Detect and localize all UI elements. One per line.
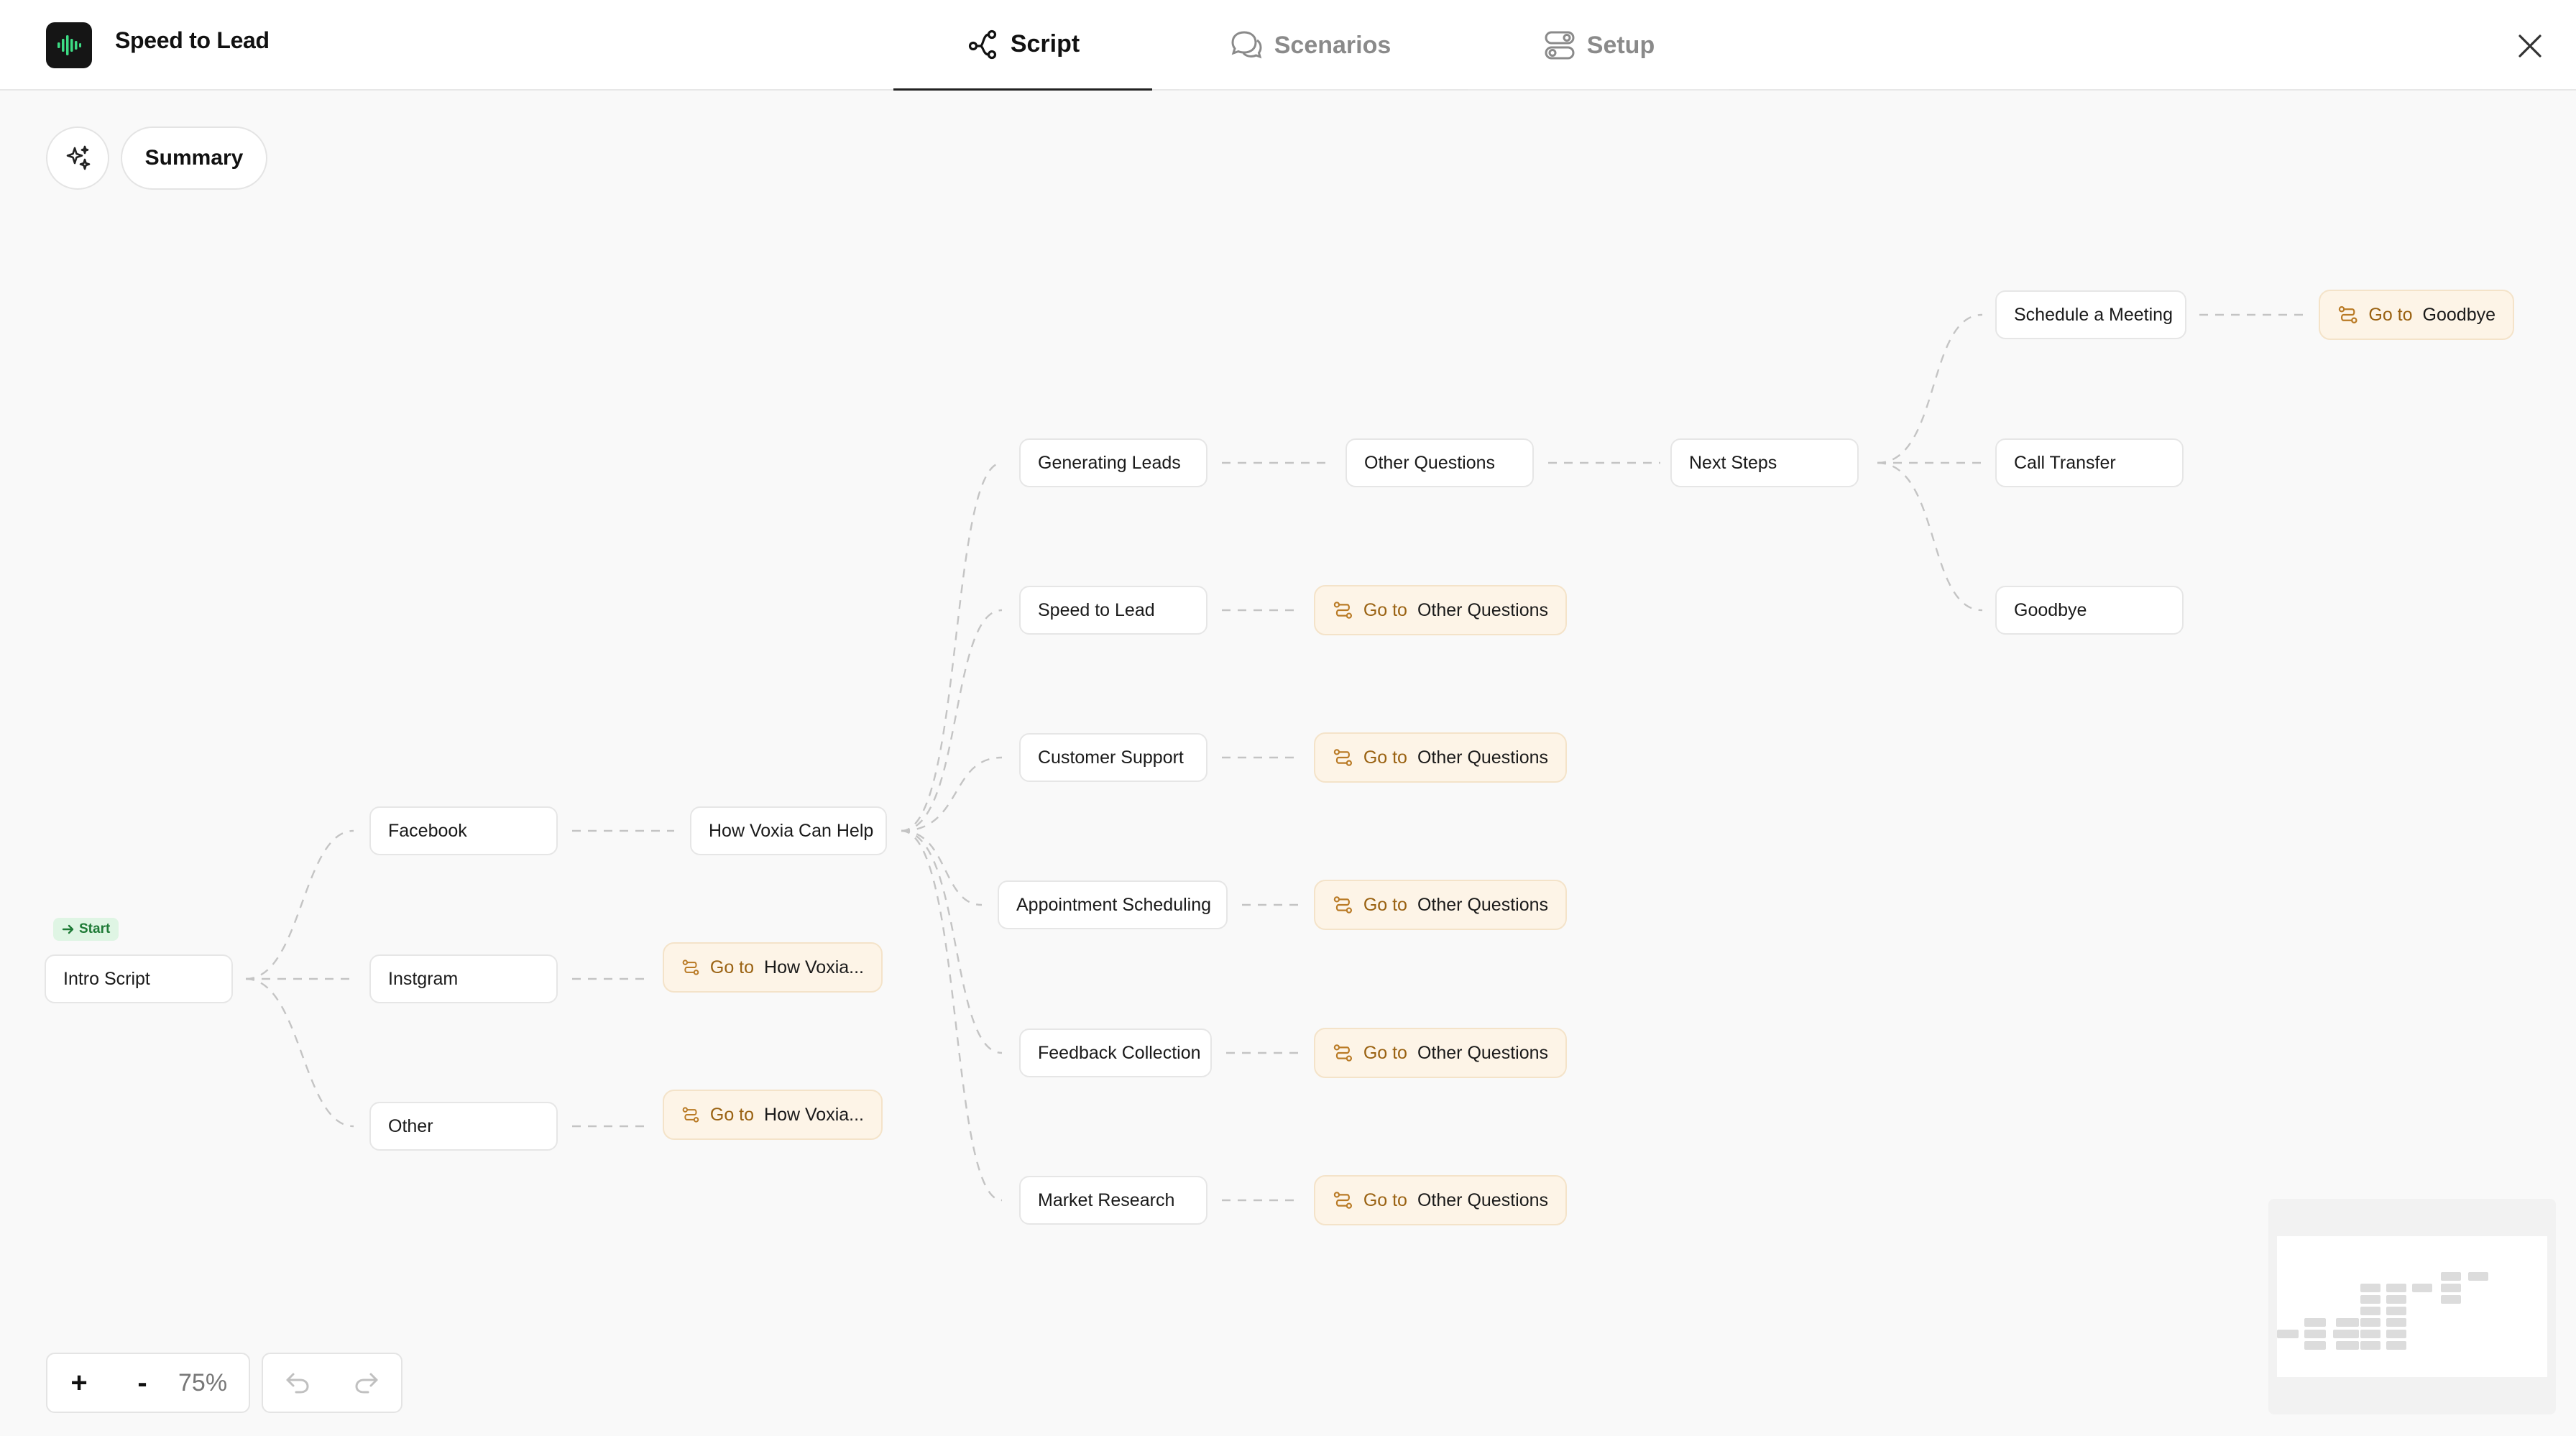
goto-target: Other Questions <box>1417 1042 1548 1063</box>
route-icon <box>1333 1192 1353 1209</box>
goto-target: Goodbye <box>2422 304 2496 325</box>
goto-prefix: Go to <box>1363 1042 1407 1063</box>
edge-voxia-generating <box>901 461 1003 832</box>
route-icon <box>1333 602 1353 619</box>
node-market-research[interactable]: Market Research <box>1019 1176 1208 1225</box>
goto-target: Other Questions <box>1417 747 1548 768</box>
node-appointment-scheduling[interactable]: Appointment Scheduling <box>998 880 1228 929</box>
goto-prefix: Go to <box>1363 599 1407 620</box>
node-customer-support[interactable]: Customer Support <box>1019 733 1208 782</box>
node-schedule-a-meeting[interactable]: Schedule a Meeting <box>1995 290 2186 339</box>
goto-feedback-collection[interactable]: Go to Other Questions <box>1314 1028 1567 1078</box>
goto-schedule-meeting[interactable]: Go to Goodbye <box>2319 290 2514 340</box>
edge-voxia-support <box>901 756 1003 832</box>
redo-icon <box>355 1373 378 1394</box>
zoom-level: 75% <box>178 1368 228 1396</box>
node-facebook[interactable]: Facebook <box>369 806 558 855</box>
edge-nextsteps-goodbye <box>1877 461 1983 612</box>
minimap-viewport[interactable] <box>2277 1236 2547 1377</box>
node-other-questions[interactable]: Other Questions <box>1346 438 1534 487</box>
goto-prefix: Go to <box>1363 1189 1407 1210</box>
goto-target: Other Questions <box>1417 1189 1548 1210</box>
node-generating-leads[interactable]: Generating Leads <box>1019 438 1208 487</box>
goto-speed-to-lead[interactable]: Go to Other Questions <box>1314 585 1567 635</box>
node-instagram[interactable]: Instgram <box>369 954 558 1003</box>
goto-prefix: Go to <box>1363 894 1407 915</box>
goto-other[interactable]: Go to How Voxia... <box>663 1090 883 1140</box>
minimap[interactable] <box>2268 1199 2556 1414</box>
edge-voxia-appointment <box>901 829 983 906</box>
route-icon <box>1333 749 1353 766</box>
goto-target: Other Questions <box>1417 599 1548 620</box>
goto-target: How Voxia... <box>764 1104 864 1125</box>
node-how-voxia-can-help[interactable]: How Voxia Can Help <box>690 806 887 855</box>
node-feedback-collection[interactable]: Feedback Collection <box>1019 1028 1212 1077</box>
zoom-controls: + - 75% <box>46 1353 250 1413</box>
zoom-in-button[interactable]: + <box>47 1354 111 1412</box>
goto-market-research[interactable]: Go to Other Questions <box>1314 1175 1567 1225</box>
start-badge-label: Start <box>79 921 111 936</box>
node-goodbye[interactable]: Goodbye <box>1995 586 2184 635</box>
zoom-out-button[interactable]: - <box>111 1354 174 1412</box>
route-icon <box>682 959 699 975</box>
node-speed-to-lead[interactable]: Speed to Lead <box>1019 586 1208 635</box>
node-call-transfer[interactable]: Call Transfer <box>1995 438 2184 487</box>
edge-voxia-speed <box>901 609 1003 832</box>
node-intro-script[interactable]: Intro Script <box>45 954 233 1003</box>
route-icon <box>682 1107 699 1123</box>
goto-customer-support[interactable]: Go to Other Questions <box>1314 732 1567 783</box>
route-icon <box>1333 1044 1353 1062</box>
edge-intro-facebook <box>245 829 354 980</box>
node-next-steps[interactable]: Next Steps <box>1670 438 1859 487</box>
history-controls <box>262 1353 402 1413</box>
edge-voxia-feedback <box>901 829 1003 1054</box>
node-other[interactable]: Other <box>369 1102 558 1151</box>
undo-icon <box>286 1373 309 1394</box>
goto-prefix: Go to <box>709 957 755 977</box>
edge-nextsteps-schedule <box>1877 313 1983 464</box>
start-badge: Start <box>53 918 119 941</box>
route-icon <box>2338 305 2358 324</box>
route-icon <box>1333 896 1353 913</box>
goto-instagram[interactable]: Go to How Voxia... <box>663 942 883 993</box>
edge-intro-other <box>245 977 354 1128</box>
redo-button[interactable] <box>338 1354 395 1412</box>
undo-button[interactable] <box>269 1354 326 1412</box>
goto-prefix: Go to <box>709 1104 755 1125</box>
goto-target: Other Questions <box>1417 894 1548 915</box>
goto-prefix: Go to <box>1363 747 1407 768</box>
edge-voxia-market <box>901 829 1003 1202</box>
goto-appointment-scheduling[interactable]: Go to Other Questions <box>1314 880 1567 930</box>
goto-prefix: Go to <box>2368 304 2413 325</box>
goto-target: How Voxia... <box>764 957 864 977</box>
flow-edges <box>245 313 2306 1202</box>
arrow-right-icon <box>62 924 74 934</box>
